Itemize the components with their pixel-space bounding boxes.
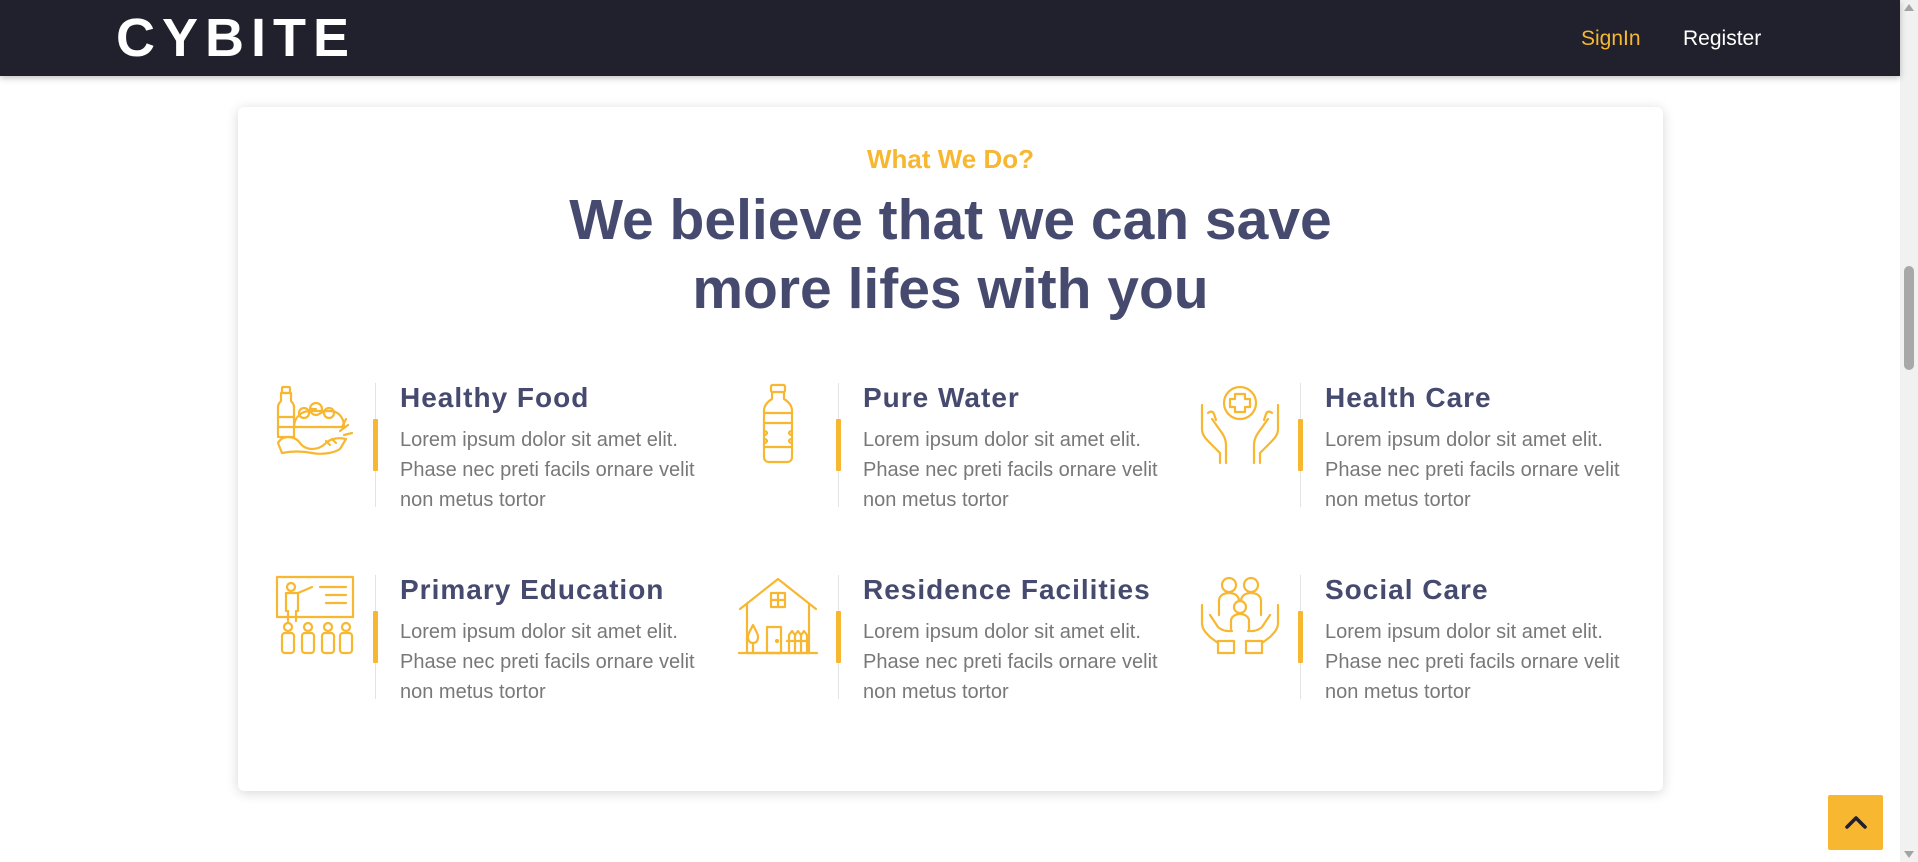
chevron-up-icon — [1844, 815, 1867, 829]
headline-line-1: We believe that we can save — [569, 188, 1332, 252]
service-description: Lorem ipsum dolor sit amet elit. Phase n… — [1325, 621, 1620, 703]
service-title: Pure Water — [863, 382, 1020, 413]
service-description: Lorem ipsum dolor sit amet elit. Phase n… — [863, 621, 1158, 703]
scroll-down-arrow-icon[interactable] — [1904, 851, 1914, 858]
service-accent-bar — [836, 611, 841, 663]
service-accent-bar — [373, 611, 378, 663]
service-residence-facilities: Residence Facilities Lorem ipsum dolor s… — [737, 574, 1177, 705]
brand-logo[interactable]: CYBITE — [116, 8, 356, 68]
section-eyebrow: What We Do? — [866, 144, 1035, 174]
service-description: Lorem ipsum dolor sit amet elit. Phase n… — [863, 429, 1158, 511]
healthy-food-icon — [274, 383, 356, 465]
navbar: CYBITE SignIn Register — [0, 0, 1900, 76]
service-accent-bar — [836, 419, 841, 471]
service-health-care: Health Care Lorem ipsum dolor sit amet e… — [1199, 382, 1639, 513]
signin-link[interactable]: SignIn — [1581, 26, 1641, 52]
service-title: Primary Education — [400, 574, 665, 605]
water-bottle-icon — [737, 383, 819, 465]
headline-line-2: more lifes with you — [692, 257, 1209, 321]
teacher-classroom-icon — [274, 575, 356, 657]
page-scrollbar[interactable] — [1900, 0, 1918, 862]
service-social-care: Social Care Lorem ipsum dolor sit amet e… — [1199, 574, 1639, 705]
service-primary-education: Primary Education Lorem ipsum dolor sit … — [274, 574, 714, 705]
service-accent-bar — [373, 419, 378, 471]
service-pure-water: Pure Water Lorem ipsum dolor sit amet el… — [737, 382, 1177, 513]
scrollbar-thumb[interactable] — [1904, 266, 1914, 370]
family-care-icon — [1199, 575, 1281, 657]
register-link[interactable]: Register — [1683, 26, 1761, 52]
house-icon — [737, 575, 819, 657]
service-description: Lorem ipsum dolor sit amet elit. Phase n… — [400, 429, 695, 511]
what-we-do-card: What We Do? We believe that we can save … — [238, 107, 1663, 791]
back-to-top-button[interactable] — [1828, 795, 1883, 850]
health-care-icon — [1199, 383, 1281, 465]
service-title: Healthy Food — [400, 382, 590, 413]
service-title: Residence Facilities — [863, 574, 1151, 605]
service-description: Lorem ipsum dolor sit amet elit. Phase n… — [1325, 429, 1620, 511]
service-title: Social Care — [1325, 574, 1489, 605]
section-headline: We believe that we can save more lifes w… — [238, 186, 1663, 324]
service-title: Health Care — [1325, 382, 1492, 413]
service-description: Lorem ipsum dolor sit amet elit. Phase n… — [400, 621, 695, 703]
service-healthy-food: Healthy Food Lorem ipsum dolor sit amet … — [274, 382, 714, 513]
scroll-up-arrow-icon[interactable] — [1904, 4, 1914, 11]
service-accent-bar — [1298, 611, 1303, 663]
service-accent-bar — [1298, 419, 1303, 471]
